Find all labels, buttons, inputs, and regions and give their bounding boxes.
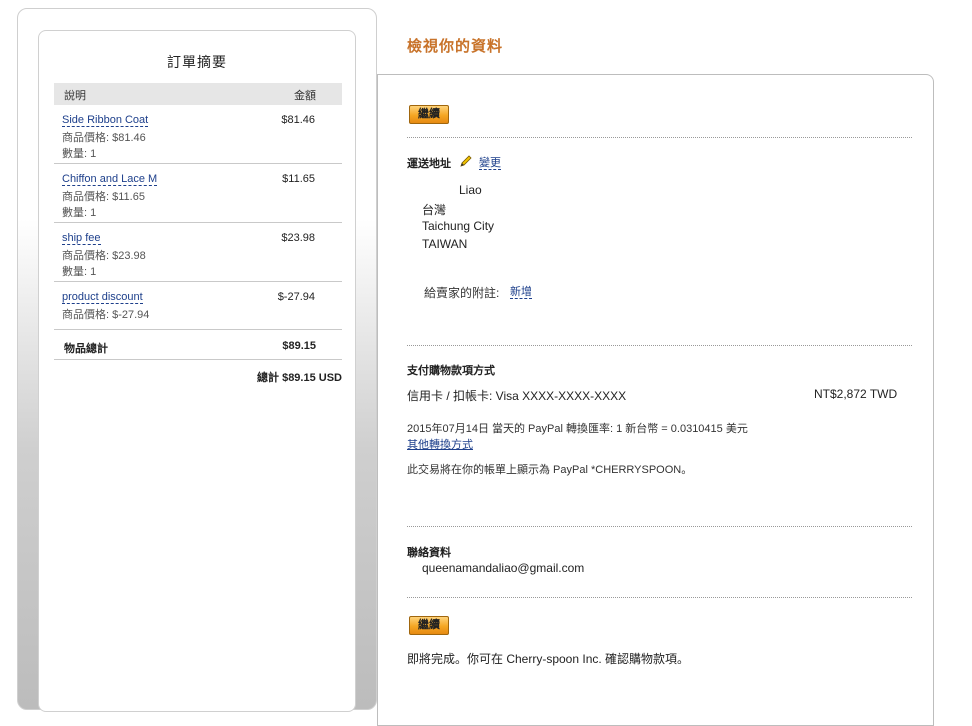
list-item: ship fee $23.98 商品價格: $23.98 數量: 1 (54, 223, 342, 282)
header-amount: 金額 (294, 90, 316, 102)
item-quantity: 數量: 1 (62, 207, 97, 219)
contact-label: 聯絡資料 (407, 547, 451, 559)
item-price: 商品價格: $-27.94 (62, 309, 150, 321)
divider (407, 345, 912, 346)
subtotal-row: 物品總計 $89.15 (54, 330, 342, 360)
item-quantity: 數量: 1 (62, 148, 97, 160)
divider (407, 597, 912, 598)
list-item: Side Ribbon Coat $81.46 商品價格: $81.46 數量:… (54, 105, 342, 164)
shipping-name: Liao (459, 183, 482, 197)
shipping-label: 運送地址 (407, 158, 451, 170)
list-item: product discount $-27.94 商品價格: $-27.94 (54, 282, 342, 330)
list-item: Chiffon and Lace M $11.65 商品價格: $11.65 數… (54, 164, 342, 223)
payment-method: 信用卡 / 扣帳卡: Visa XXXX-XXXX-XXXX (407, 389, 627, 403)
item-name-link[interactable]: product discount (62, 291, 143, 304)
payment-label: 支付購物款項方式 (407, 365, 495, 377)
pencil-icon (460, 155, 472, 167)
payment-amount: NT$2,872 TWD (814, 387, 898, 401)
shipping-line-3: TAIWAN (422, 237, 468, 251)
shipping-line-1: 台灣 (422, 203, 447, 217)
page-title: 檢視你的資料 (407, 38, 504, 55)
footer-note: 即將完成。你可在 Cherry-spoon Inc. 確認購物款項。 (407, 652, 690, 666)
exchange-rate: 2015年07月14日 當天的 PayPal 轉換匯率: 1 新台幣 = 0.0… (407, 423, 748, 435)
shipping-line-2: Taichung City (422, 219, 495, 233)
item-quantity: 數量: 1 (62, 266, 97, 278)
seller-note-label: 給賣家的附註: (424, 286, 500, 300)
statement-descriptor: 此交易將在你的帳單上顯示為 PayPal *CHERRYSPOON。 (407, 464, 693, 476)
divider (407, 526, 912, 527)
subtotal-label: 物品總計 (64, 343, 108, 355)
order-summary-card: 訂單摘要 說明 金額 Side Ribbon Coat $81.46 商品價格:… (38, 30, 356, 712)
other-conversion-link[interactable]: 其他轉換方式 (407, 436, 473, 452)
item-amount: $11.65 (282, 173, 315, 185)
grand-total: 總計 $89.15 USD (257, 372, 342, 384)
summary-table: 說明 金額 Side Ribbon Coat $81.46 商品價格: $81.… (54, 83, 342, 384)
item-amount: $81.46 (281, 114, 315, 126)
continue-button-top[interactable]: 繼續 (409, 105, 449, 124)
subtotal-value: $89.15 (282, 340, 316, 352)
summary-header: 說明 金額 (54, 83, 342, 105)
grand-total-row: 總計 $89.15 USD (54, 360, 342, 384)
item-price: 商品價格: $81.46 (62, 132, 146, 144)
item-name-link[interactable]: Side Ribbon Coat (62, 114, 149, 127)
divider (407, 137, 912, 138)
change-address-link[interactable]: 變更 (479, 157, 501, 170)
item-name-link[interactable]: Chiffon and Lace M (62, 173, 158, 186)
contact-email: queenamandaliao@gmail.com (422, 561, 585, 575)
item-amount: $23.98 (281, 232, 315, 244)
summary-title: 訂單摘要 (167, 54, 227, 70)
item-price: 商品價格: $23.98 (62, 250, 146, 262)
item-amount: $-27.94 (277, 291, 315, 303)
item-name-link[interactable]: ship fee (62, 232, 101, 245)
item-price: 商品價格: $11.65 (62, 191, 145, 203)
add-note-link[interactable]: 新增 (510, 286, 532, 299)
continue-button-bottom[interactable]: 繼續 (409, 616, 449, 635)
header-description: 說明 (64, 90, 86, 102)
